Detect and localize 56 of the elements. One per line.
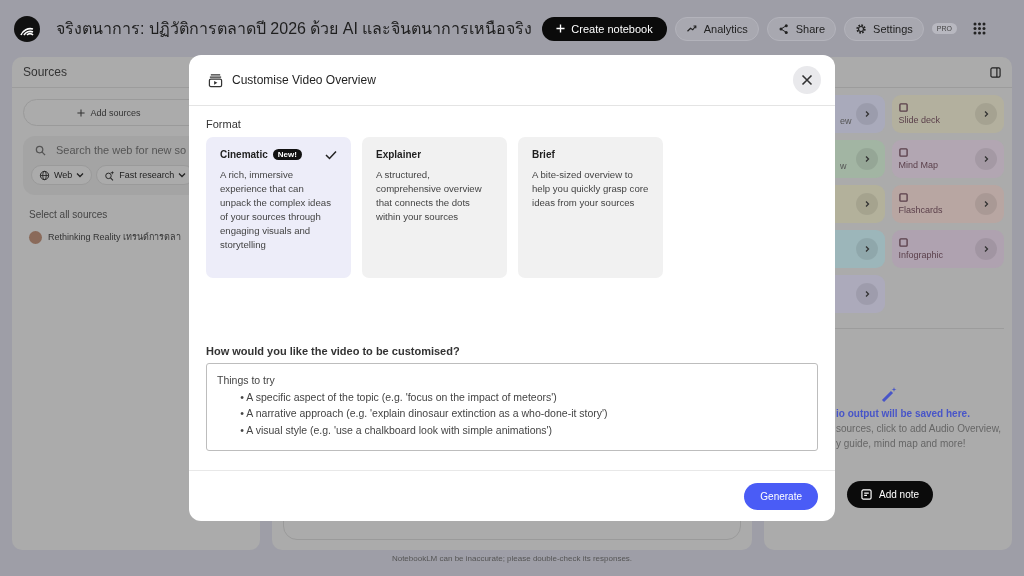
disclaimer-text: NotebookLM can be inaccurate; please double-check its responses. (391, 554, 633, 563)
customisation-input-field[interactable]: Things to try • A specific aspect of the topic (e.g. 'focus on the impact of meteors') • A narrative approach (e.g. 'explain dinosaur extinction as a who-done-it story') • A visual style (e.g. 'use a chalkboard look with simple animations') (206, 363, 818, 451)
logo-icon (14, 15, 40, 42)
chevron-right-icon[interactable] (855, 148, 878, 170)
share-icon (777, 22, 790, 35)
empty-state-title: io output will be saved here. (836, 408, 970, 419)
format-option[interactable]: Cinematic New! A rich, immersive experience that can unpack the complex ideas of your sources through engaging visuals and storytelling (206, 137, 351, 278)
question-label: How would you like the video to be customised? (206, 345, 461, 357)
sparkle-search-icon (104, 169, 116, 181)
close-button[interactable] (793, 66, 821, 94)
chevron-right-icon[interactable] (855, 283, 878, 305)
chevron-down-icon (76, 171, 85, 179)
generate-button[interactable]: Generate (744, 482, 818, 510)
studio-tile[interactable]: Mind Map (891, 140, 1004, 178)
tile-icon (898, 103, 908, 112)
chevron-down-icon (178, 171, 187, 179)
note-icon (861, 489, 872, 500)
tile-icon (898, 148, 908, 157)
chevron-right-icon[interactable] (975, 103, 997, 125)
studio-tile[interactable]: Infographic (891, 230, 1004, 268)
studio-tile[interactable]: Slide deck (891, 95, 1004, 133)
web-chip[interactable]: Web (31, 165, 93, 185)
source-item[interactable]: Rethinking Reality เทรนด์การตลา (48, 230, 182, 244)
dialog-title: Customise Video Overview (232, 73, 377, 87)
chevron-right-icon[interactable] (855, 193, 878, 215)
analytics-button[interactable]: Analytics (674, 16, 759, 41)
studio-tile[interactable]: Flashcards (891, 185, 1004, 223)
tile-icon (898, 193, 908, 202)
panel-title: Sources (23, 65, 68, 79)
add-note-button[interactable]: Add note (847, 481, 934, 508)
video-icon (208, 72, 223, 88)
create-notebook-button[interactable]: Create notebook (542, 16, 667, 41)
chevron-right-icon[interactable] (975, 238, 997, 260)
chevron-right-icon[interactable] (975, 148, 997, 170)
settings-button[interactable]: Settings (844, 16, 924, 41)
globe-icon (39, 169, 50, 181)
format-option[interactable]: Brief A bite-sized overview to help you quickly grasp core ideas from your sources (518, 137, 663, 278)
share-button[interactable]: Share (766, 16, 837, 41)
settings-icon (855, 22, 868, 35)
panel-toggle-icon[interactable] (990, 66, 1001, 78)
empty-state-text: y guide, mind map and more! (836, 438, 966, 449)
plus-icon (77, 108, 86, 117)
source-avatar-icon (29, 230, 42, 244)
close-icon (801, 74, 813, 86)
plus-icon (556, 24, 566, 33)
apps-grid-icon[interactable] (973, 22, 986, 35)
chevron-right-icon[interactable] (975, 193, 997, 215)
search-icon (35, 144, 46, 156)
tile-icon (898, 238, 908, 247)
magic-wand-icon (880, 386, 898, 404)
chevron-right-icon[interactable] (855, 238, 878, 260)
empty-state-text: sources, click to add Audio Overview, (836, 423, 1002, 434)
chevron-right-icon[interactable] (855, 103, 878, 125)
check-icon (325, 149, 337, 160)
format-option[interactable]: Explainer A structured, comprehensive overview that connects the dots within your sources (362, 137, 507, 278)
notebook-title: จริงตนาการ: ปฏิวัติการตลาดปี 2026 ด้วย AI และจินตนาการเหนือจริง (56, 19, 534, 39)
